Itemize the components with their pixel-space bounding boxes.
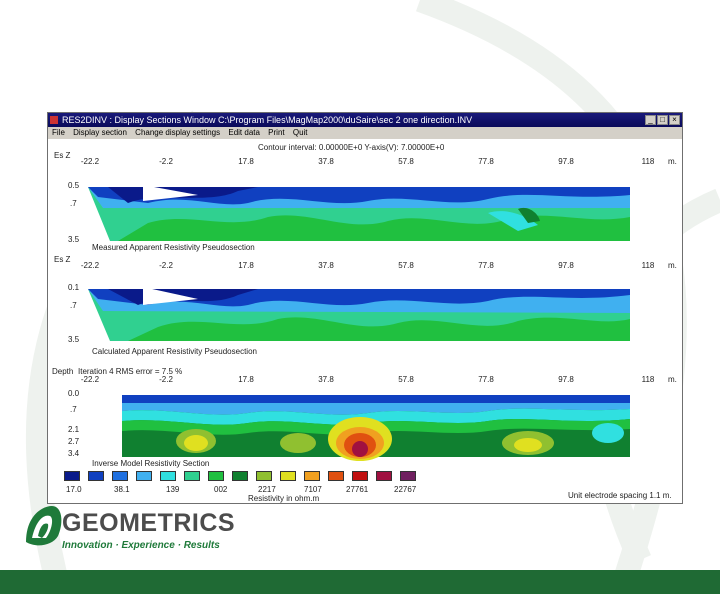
legend-label: 2217 xyxy=(258,485,276,494)
legend-swatch xyxy=(232,471,248,481)
legend-swatch xyxy=(112,471,128,481)
legend-title: Resistivity in ohm.m xyxy=(248,494,320,503)
legend-label: 38.1 xyxy=(114,485,130,494)
legend-label: 7107 xyxy=(304,485,322,494)
legend-swatch xyxy=(184,471,200,481)
display-sections-window: RES2DINV : Display Sections Window C:\Pr… xyxy=(47,112,683,504)
legend-swatch xyxy=(400,471,416,481)
legend-label: 22767 xyxy=(394,485,417,494)
legend-swatch xyxy=(64,471,80,481)
legend-swatch xyxy=(136,471,152,481)
legend-swatch xyxy=(88,471,104,481)
legend-swatch xyxy=(376,471,392,481)
legend-swatch xyxy=(304,471,320,481)
electrode-spacing-note: Unit electrode spacing 1.1 m. xyxy=(568,491,672,500)
legend-label: 27761 xyxy=(346,485,369,494)
legend-swatch xyxy=(352,471,368,481)
legend-label: 139 xyxy=(166,485,180,494)
legend-swatch xyxy=(280,471,296,481)
footer-bar xyxy=(0,570,720,594)
legend-swatch xyxy=(208,471,224,481)
legend-swatch xyxy=(256,471,272,481)
legend-swatch xyxy=(160,471,176,481)
legend-label: 17.0 xyxy=(66,485,82,494)
brand-name: GEOMETRICS xyxy=(62,509,236,537)
legend-swatch xyxy=(328,471,344,481)
brand-tagline: Innovation · Experience · Results xyxy=(62,540,220,551)
section3-inverse-model xyxy=(122,395,630,461)
legend-label: 002 xyxy=(214,485,228,494)
section3-caption: Inverse Model Resistivity Section xyxy=(92,459,210,468)
